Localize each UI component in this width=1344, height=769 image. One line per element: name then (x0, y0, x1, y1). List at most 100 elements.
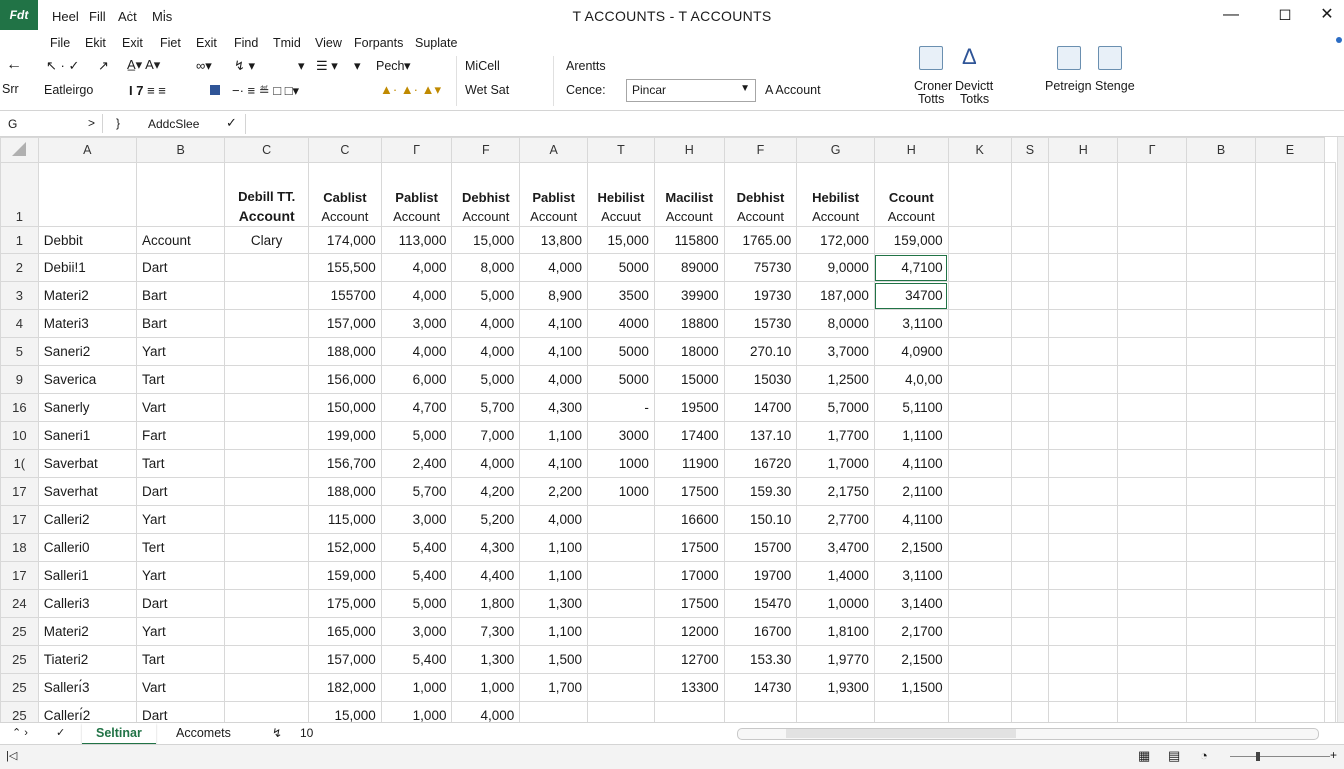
empty-cell[interactable] (1048, 477, 1119, 506)
horizontal-scroll-thumb[interactable] (786, 729, 1016, 738)
header-cell[interactable]: Pablist Account (380, 162, 453, 227)
grid-cell[interactable]: Calleri0 (37, 533, 137, 562)
menu-forpants[interactable]: Forpants (354, 36, 403, 50)
grid-cell[interactable] (224, 617, 310, 646)
page-layout-icon[interactable]: ▤ (1168, 748, 1180, 764)
grid-cell[interactable]: 2,1100 (873, 477, 949, 506)
column-header[interactable]: F (451, 137, 521, 163)
menu-tmid[interactable]: Tmid (273, 36, 301, 50)
empty-cell[interactable] (947, 393, 1012, 422)
grid-cell[interactable]: 4,700 (380, 393, 453, 422)
grid-cell[interactable]: 3,1100 (873, 561, 949, 590)
empty-cell[interactable] (1048, 533, 1119, 562)
grid-cell[interactable]: 4,000 (451, 309, 521, 338)
empty-cell[interactable] (947, 449, 1012, 478)
devict-label-2[interactable]: Totks (960, 92, 989, 106)
column-header[interactable]: Γ (1117, 137, 1188, 163)
grid-cell[interactable]: 4,000 (380, 281, 453, 310)
empty-cell[interactable] (1117, 701, 1188, 722)
row-header[interactable]: 5 (0, 337, 39, 366)
help-dot-icon[interactable] (1336, 37, 1342, 43)
ribbon-wet-set[interactable]: Wet Sat (465, 83, 509, 97)
empty-cell[interactable] (947, 533, 1012, 562)
grid-cell[interactable]: 15470 (723, 589, 798, 618)
grid-cell[interactable]: 19500 (653, 393, 725, 422)
empty-cell[interactable] (1254, 449, 1326, 478)
grid-cell[interactable] (796, 701, 875, 722)
grid-cell[interactable]: 17400 (653, 421, 725, 450)
grid-cell[interactable]: 5,400 (380, 533, 453, 562)
grid-cell[interactable]: 3,000 (380, 505, 453, 534)
grid-cell[interactable]: 1,7700 (796, 421, 875, 450)
grid-cell[interactable]: 15000 (653, 365, 725, 394)
grid-cell[interactable]: 2,1500 (873, 533, 949, 562)
column-header[interactable]: F (723, 137, 798, 163)
empty-cell[interactable] (1010, 645, 1050, 674)
row-header[interactable]: 16 (0, 393, 39, 422)
grid-cell[interactable]: 75730 (723, 253, 798, 282)
grid-cell[interactable]: Salleri1 (37, 561, 137, 590)
empty-cell[interactable] (1048, 449, 1119, 478)
ribbon-pech[interactable]: Pech (376, 59, 405, 73)
font-color-icon[interactable]: A̲▾ A▾ (127, 57, 160, 73)
empty-cell[interactable] (1254, 505, 1326, 534)
column-header[interactable]: H (1048, 137, 1119, 163)
grid-cell[interactable]: 1,100 (519, 533, 589, 562)
row-header[interactable]: 2 (0, 253, 39, 282)
empty-cell[interactable] (947, 477, 1012, 506)
menu-fiet[interactable]: Fiet (160, 36, 181, 50)
grid-cell[interactable] (224, 421, 310, 450)
grid-cell[interactable]: Saverbat (37, 449, 137, 478)
grid-cell[interactable]: 15,000 (587, 226, 655, 254)
empty-cell[interactable] (1324, 589, 1336, 618)
grid-cell[interactable]: 4,7100 (873, 253, 949, 282)
empty-cell[interactable] (947, 337, 1012, 366)
grid-cell[interactable]: 187,000 (796, 281, 875, 310)
empty-cell[interactable] (1010, 162, 1050, 227)
grid-cell[interactable]: 5,000 (451, 365, 521, 394)
empty-cell[interactable] (1117, 505, 1188, 534)
grid-cell[interactable]: 4,1100 (873, 505, 949, 534)
empty-cell[interactable] (1117, 449, 1188, 478)
empty-cell[interactable] (1186, 337, 1256, 366)
grid-cell[interactable]: Saneri2 (37, 337, 137, 366)
empty-cell[interactable] (1010, 281, 1050, 310)
empty-cell[interactable] (1117, 673, 1188, 702)
ribbon-micell[interactable]: MiCell (465, 59, 500, 73)
grid-cell[interactable]: 15030 (723, 365, 798, 394)
row-header[interactable]: 17 (0, 561, 39, 590)
grid-cell[interactable]: Sallerı́3 (37, 673, 137, 702)
grid-cell[interactable]: 17500 (653, 589, 725, 618)
empty-cell[interactable] (1010, 673, 1050, 702)
empty-cell[interactable] (1117, 281, 1188, 310)
grid-cell[interactable]: 6,000 (380, 365, 453, 394)
row-header[interactable]: 25 (0, 701, 39, 722)
empty-cell[interactable] (1186, 477, 1256, 506)
grid-cell[interactable]: 2,400 (380, 449, 453, 478)
grid-cell[interactable]: 182,000 (308, 673, 382, 702)
tab-scroll-left-icon[interactable]: ⌃ › (12, 726, 28, 739)
grid-cell[interactable]: 14700 (723, 393, 798, 422)
grid-cell[interactable]: 7,000 (451, 421, 521, 450)
grid-cell[interactable]: 165,000 (308, 617, 382, 646)
grid-cell[interactable]: 18800 (653, 309, 725, 338)
empty-cell[interactable] (1254, 421, 1326, 450)
grid-cell[interactable] (224, 449, 310, 478)
empty-cell[interactable] (1186, 393, 1256, 422)
font-name-label[interactable]: Eatleirgo (44, 83, 93, 97)
grid-cell[interactable] (224, 505, 310, 534)
grid-cell[interactable]: 2,1700 (873, 617, 949, 646)
column-header[interactable]: A (37, 137, 137, 163)
grid-cell[interactable]: Saverica (37, 365, 137, 394)
column-header[interactable]: H (873, 137, 949, 163)
grid-cell[interactable] (224, 673, 310, 702)
grid-cell[interactable]: 1000 (587, 449, 655, 478)
column-header[interactable]: B (135, 137, 226, 163)
grid-cell[interactable]: 8,0000 (796, 309, 875, 338)
grid-cell[interactable] (587, 673, 655, 702)
grid-cell[interactable]: 1,300 (451, 645, 521, 674)
grid-cell[interactable]: 7,300 (451, 617, 521, 646)
wrap-icon[interactable]: ↯ ▾ (234, 58, 255, 74)
grid-cell[interactable]: 4,200 (451, 477, 521, 506)
grid-cell[interactable]: 16600 (653, 505, 725, 534)
